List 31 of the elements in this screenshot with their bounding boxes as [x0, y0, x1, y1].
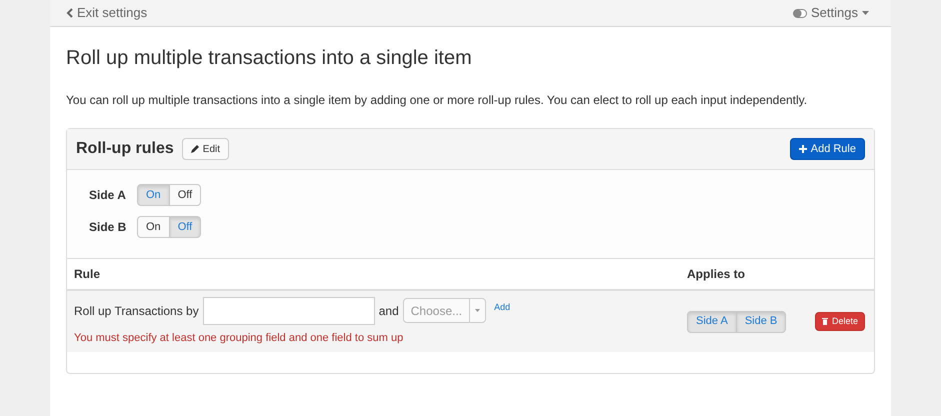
settings-menu[interactable]: Settings [793, 3, 869, 23]
delete-button[interactable]: Delete [814, 312, 865, 331]
side-toggle[interactable]: Side A [687, 310, 737, 332]
pencil-icon [190, 145, 199, 153]
page-title: Roll up multiple transactions into a single item [66, 46, 472, 71]
error-message: You must specify at least one grouping field and one field to sum up [74, 330, 404, 346]
sum-field-select[interactable]: Choose... [402, 298, 486, 324]
toggle-option[interactable]: On [137, 216, 170, 238]
side-label: Side B [89, 219, 128, 236]
rule-label: and [378, 302, 399, 320]
exit-settings-link[interactable]: Exit settings [66, 3, 148, 23]
edit-button[interactable]: Edit [182, 138, 230, 160]
trash-icon [822, 318, 828, 325]
page-description: You can roll up multiple transactions into a single item by adding one or more roll-up rules. You can elect to roll up each input independently. [66, 92, 808, 109]
side-toggle[interactable]: Side B [736, 310, 786, 332]
grouping-field[interactable] [202, 296, 375, 325]
panel-title: Roll-up rules [76, 139, 174, 159]
toggle-option[interactable]: On [137, 184, 170, 206]
column-header: Applies to [687, 266, 746, 283]
add-link[interactable]: Add [494, 300, 510, 314]
plus-icon [798, 145, 807, 153]
rule-label: Roll up Transactions by [74, 302, 199, 320]
toggle-option[interactable]: Off [168, 184, 202, 206]
column-header: Rule [73, 266, 102, 283]
toggle-icon [793, 8, 808, 18]
toggle-option[interactable]: Off [168, 216, 202, 238]
side-label: Side A [89, 187, 127, 204]
caret-icon [475, 309, 480, 312]
chevron-left-icon [66, 8, 73, 18]
add-rule-button[interactable]: Add Rule [790, 138, 865, 160]
caret-icon [862, 11, 869, 15]
